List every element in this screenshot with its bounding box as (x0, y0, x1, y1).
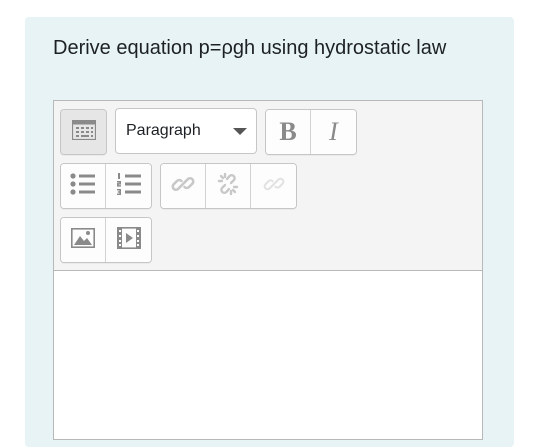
editor-toolbar: Paragraph B I (54, 101, 482, 271)
insert-media-button[interactable] (106, 218, 151, 262)
italic-icon: I (329, 117, 338, 146)
toolbar-toggle-group (60, 109, 107, 155)
autolink-button[interactable] (251, 164, 296, 208)
question-text: Derive equation p=ρgh using hydrostatic … (53, 37, 447, 59)
italic-button[interactable]: I (311, 110, 356, 154)
unordered-list-button[interactable] (61, 164, 106, 208)
link-group (160, 163, 297, 209)
ordered-list-button[interactable] (106, 164, 151, 208)
bold-button[interactable]: B (266, 110, 311, 154)
block-format-select[interactable]: Paragraph (115, 108, 257, 154)
block-format-value: Paragraph (126, 122, 201, 139)
chevron-down-icon (233, 128, 247, 135)
question-card: Derive equation p=ρgh using hydrostatic … (25, 17, 514, 447)
text-format-group: B I (265, 109, 357, 155)
image-icon (71, 227, 95, 253)
toolbar-toggle-icon (71, 119, 96, 145)
toolbar-toggle-button[interactable] (61, 110, 106, 154)
media-icon (116, 226, 141, 254)
link-button[interactable] (161, 164, 206, 208)
editor-content-area[interactable] (54, 271, 482, 439)
bold-icon: B (279, 117, 297, 146)
list-group (60, 163, 152, 209)
unlink-button[interactable] (206, 164, 251, 208)
ordered-list-icon (116, 172, 142, 200)
unordered-list-icon (70, 172, 96, 200)
media-group (60, 217, 152, 263)
link-icon (171, 172, 195, 201)
rich-text-editor: Paragraph B I (53, 100, 483, 440)
insert-image-button[interactable] (61, 218, 106, 262)
unlink-icon (216, 172, 240, 201)
autolink-icon (263, 173, 285, 200)
